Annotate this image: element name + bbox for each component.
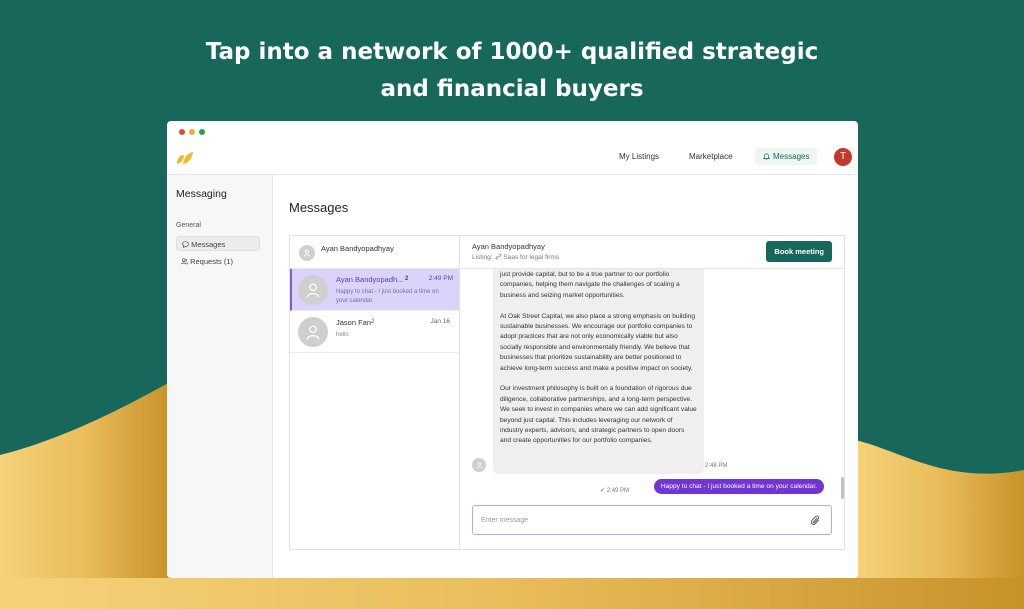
sidebar-title: Messaging [176, 188, 227, 200]
paperclip-icon[interactable] [810, 515, 820, 526]
chat-scrollbar[interactable] [841, 477, 844, 499]
headline-line-1: Tap into a network of 1000+ qualified st… [205, 39, 819, 65]
sidebar-section-label: General [176, 222, 201, 229]
top-nav: My Listings Marketplace Messages T [167, 141, 858, 175]
nav-messages[interactable]: Messages [755, 148, 818, 165]
avatar [472, 458, 486, 472]
conversation-item[interactable]: Jason Fan 2 Jan 16 hello [290, 311, 459, 353]
message-composer [472, 505, 832, 535]
conversation-list-header-name: Ayan Bandyopadhyay [321, 244, 394, 253]
conversation-name: Jason Fan [336, 318, 372, 327]
nav-marketplace[interactable]: Marketplace [689, 152, 733, 161]
messages-panel: Ayan Bandyopadhyay Ayan Bandyopadh... 2 … [289, 235, 845, 550]
outgoing-message-time: 2:49 PM [606, 488, 630, 494]
bell-icon [762, 153, 771, 160]
conversation-preview: Happy to chat - I just booked a time on … [336, 289, 439, 304]
nav-my-listings[interactable]: My Listings [619, 152, 659, 161]
incoming-message-time: 2:48 PM [705, 463, 728, 469]
read-check-icon: ✓ [600, 488, 606, 494]
user-avatar[interactable]: T [834, 148, 852, 166]
user-icon [306, 283, 320, 298]
avatar [299, 245, 315, 261]
chat-icon [182, 241, 189, 248]
sidebar-item-label: Requests (1) [190, 257, 234, 266]
incoming-message-bubble: just provide capital, but to be a true p… [493, 269, 704, 474]
conversation-time: Jan 16 [430, 318, 450, 325]
conversation-list: Ayan Bandyopadhyay Ayan Bandyopadh... 2 … [290, 236, 460, 549]
chat-header: Ayan Bandyopadhyay Listing: Saas for leg… [460, 236, 845, 269]
message-input[interactable] [473, 506, 793, 534]
avatar [298, 275, 328, 305]
listing-label: Listing: [472, 254, 493, 261]
avatar [298, 317, 328, 347]
window-controls [179, 129, 205, 135]
conversation-list-header: Ayan Bandyopadhyay [290, 236, 459, 269]
user-icon [303, 249, 311, 257]
chat-pane: Ayan Bandyopadhyay Listing: Saas for leg… [460, 236, 845, 549]
hero-headline: Tap into a network of 1000+ qualified st… [0, 34, 1024, 108]
conversation-time: 2:49 PM [428, 275, 453, 282]
outgoing-message-status: ✓ 2:49 PM [600, 487, 629, 494]
minimize-dot[interactable] [189, 129, 195, 135]
link-icon [495, 253, 502, 260]
outgoing-message-bubble: Happy to chat - I just booked a time on … [653, 479, 824, 494]
message-paragraph: At Oak Street Capital, we also place a s… [500, 312, 695, 372]
unread-badge: 2 [405, 276, 409, 282]
conversation-preview: hello [336, 332, 349, 338]
conversation-item[interactable]: Ayan Bandyopadh... 2 2:49 PM Happy to ch… [290, 269, 459, 311]
message-paragraph: Our investment philosophy is built on a … [500, 385, 697, 445]
listing-value[interactable]: Saas for legal firms [503, 254, 559, 261]
close-dot[interactable] [179, 129, 185, 135]
page-title: Messages [289, 200, 349, 215]
chat-listing: Listing: Saas for legal firms [472, 253, 559, 261]
user-icon [476, 462, 482, 469]
app-window: My Listings Marketplace Messages T Messa… [167, 121, 858, 578]
conversation-name: Ayan Bandyopadh... [336, 275, 404, 284]
headline-line-2: and financial buyers [380, 76, 644, 102]
users-icon [181, 258, 188, 265]
unread-badge: 2 [371, 319, 375, 325]
message-paragraph: just provide capital, but to be a true p… [500, 271, 680, 299]
maximize-dot[interactable] [199, 129, 205, 135]
nav-messages-label: Messages [773, 152, 810, 161]
user-icon [306, 325, 320, 340]
chat-contact-name: Ayan Bandyopadhyay [472, 242, 545, 251]
sidebar-item-requests[interactable]: Requests (1) [176, 254, 260, 269]
book-meeting-button[interactable]: Book meeting [766, 241, 832, 262]
leaf-logo-icon[interactable] [176, 151, 194, 165]
sidebar-item-label: Messages [191, 240, 226, 249]
sidebar: Messaging General Messages Requests (1) [167, 175, 273, 578]
sidebar-item-messages[interactable]: Messages [176, 236, 260, 251]
